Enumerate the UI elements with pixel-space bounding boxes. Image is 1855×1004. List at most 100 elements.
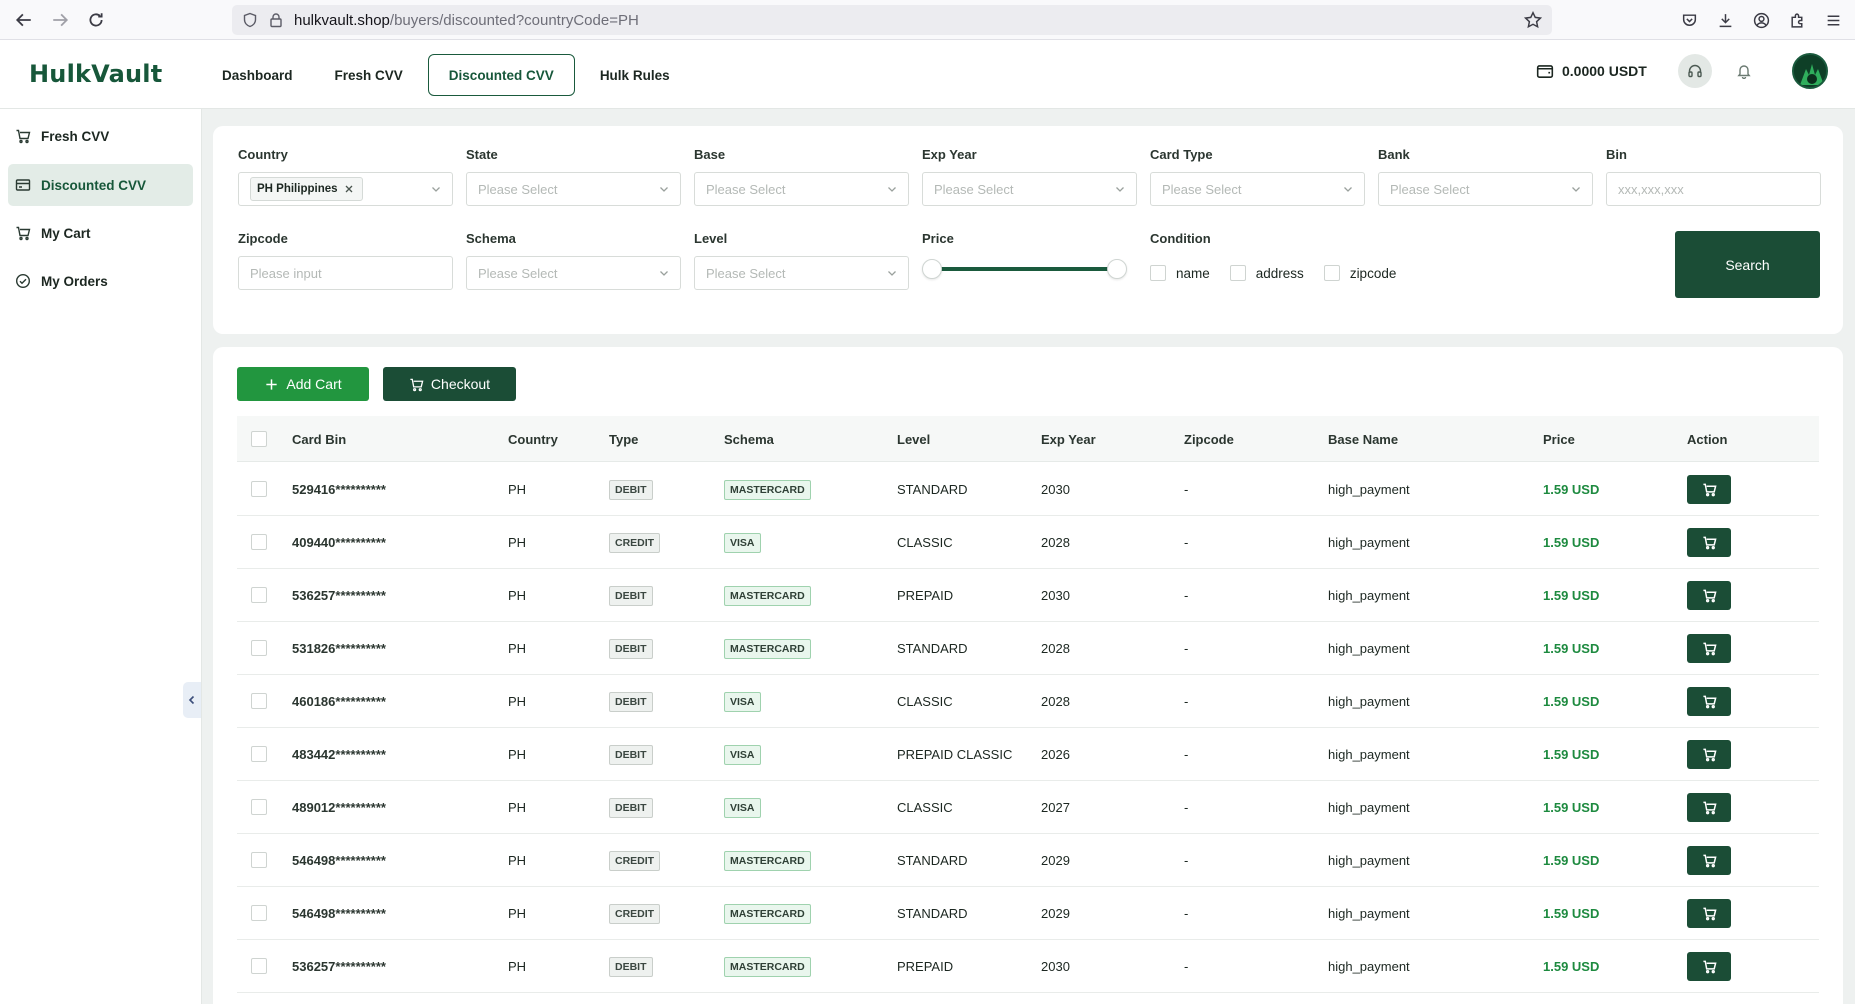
- cell-country: PH: [508, 535, 527, 550]
- results-panel: Add Cart Checkout Card Bin Country Type …: [213, 347, 1843, 1004]
- cell-type: DEBIT: [609, 940, 653, 993]
- row-checkbox[interactable]: [251, 640, 267, 656]
- exp-year-select[interactable]: Please Select: [922, 172, 1137, 206]
- card-type-select[interactable]: Please Select: [1150, 172, 1365, 206]
- address-bar[interactable]: hulkvault.shop/buyers/discounted?country…: [232, 5, 1552, 35]
- back-icon[interactable]: [6, 0, 42, 40]
- notifications-button[interactable]: [1727, 54, 1761, 88]
- state-filter: State Please Select: [466, 147, 681, 206]
- cell-price: 1.59 USD: [1543, 853, 1600, 868]
- row-checkbox[interactable]: [251, 587, 267, 603]
- add-to-cart-button[interactable]: [1687, 687, 1731, 716]
- close-icon[interactable]: [343, 182, 357, 196]
- logo[interactable]: HulkVault: [29, 60, 162, 88]
- cell-exp-year: 2028: [1041, 535, 1070, 550]
- sidebar-item-my-cart[interactable]: My Cart: [8, 212, 193, 254]
- nav-discounted-cvv[interactable]: Discounted CVV: [427, 54, 575, 96]
- sidebar-collapse-button[interactable]: [183, 682, 201, 718]
- add-cart-button[interactable]: Add Cart: [237, 367, 369, 401]
- shield-icon: [242, 12, 258, 28]
- base-select[interactable]: Please Select: [694, 172, 909, 206]
- row-checkbox[interactable]: [251, 799, 267, 815]
- reload-icon[interactable]: [78, 0, 114, 40]
- nav-fresh-cvv[interactable]: Fresh CVV: [318, 54, 420, 96]
- row-checkbox[interactable]: [251, 481, 267, 497]
- row-checkbox[interactable]: [251, 958, 267, 974]
- level-select[interactable]: Please Select: [694, 256, 909, 290]
- nav-dashboard[interactable]: Dashboard: [205, 54, 310, 96]
- cell-exp-year: 2028: [1041, 641, 1070, 656]
- state-select[interactable]: Please Select: [466, 172, 681, 206]
- chevron-down-icon: [660, 271, 668, 276]
- account-icon[interactable]: [1743, 0, 1779, 40]
- filter-panel: Country PH Philippines State Please Sele…: [213, 126, 1843, 334]
- exp-year-filter: Exp Year Please Select: [922, 147, 1137, 206]
- schema-select[interactable]: Please Select: [466, 256, 681, 290]
- cell-country: PH: [508, 906, 527, 921]
- checkout-button[interactable]: Checkout: [383, 367, 516, 401]
- pocket-icon[interactable]: [1671, 0, 1707, 40]
- row-checkbox[interactable]: [251, 534, 267, 550]
- cell-level: PREPAID: [897, 588, 954, 603]
- add-to-cart-button[interactable]: [1687, 634, 1731, 663]
- condition-name-checkbox[interactable]: name: [1150, 265, 1210, 281]
- state-placeholder: Please Select: [478, 181, 558, 197]
- search-button[interactable]: Search: [1675, 231, 1820, 298]
- country-select[interactable]: PH Philippines: [238, 172, 453, 206]
- add-to-cart-button[interactable]: [1687, 475, 1731, 504]
- extensions-icon[interactable]: [1779, 0, 1815, 40]
- add-to-cart-button[interactable]: [1687, 528, 1731, 557]
- cell-schema: MASTERCARD: [724, 834, 811, 887]
- nav-hulk-rules[interactable]: Hulk Rules: [583, 54, 687, 96]
- bank-select[interactable]: Please Select: [1378, 172, 1593, 206]
- checkbox[interactable]: [1323, 265, 1340, 281]
- select-all-checkbox[interactable]: [251, 431, 267, 447]
- type-badge: DEBIT: [609, 479, 653, 500]
- cell-country: PH: [508, 747, 527, 762]
- bin-input[interactable]: xxx,xxx,xxx: [1606, 172, 1821, 206]
- cell-type: DEBIT: [609, 781, 653, 834]
- cell-base-name: high_payment: [1328, 906, 1410, 921]
- sidebar-item-my-orders[interactable]: My Orders: [8, 260, 193, 302]
- zipcode-input[interactable]: Please input: [238, 256, 453, 290]
- avatar[interactable]: [1792, 53, 1828, 89]
- browser-toolbar: hulkvault.shop/buyers/discounted?country…: [0, 0, 1855, 40]
- base-filter: Base Please Select: [694, 147, 909, 206]
- sidebar-item-fresh-cvv[interactable]: Fresh CVV: [8, 115, 193, 157]
- price-slider-min-handle[interactable]: [922, 259, 942, 279]
- condition-address-checkbox[interactable]: address: [1229, 265, 1304, 281]
- cell-type: DEBIT: [609, 569, 653, 622]
- add-to-cart-button[interactable]: [1687, 581, 1731, 610]
- lock-icon: [268, 12, 284, 28]
- checkbox[interactable]: [1150, 265, 1166, 281]
- add-to-cart-button[interactable]: [1687, 952, 1731, 981]
- bookmark-star-icon[interactable]: [1523, 10, 1543, 29]
- condition-zipcode-checkbox[interactable]: zipcode: [1323, 265, 1396, 281]
- add-to-cart-button[interactable]: [1687, 899, 1731, 928]
- cell-base-name: high_payment: [1328, 747, 1410, 762]
- sidebar-item-discounted-cvv[interactable]: Discounted CVV: [8, 164, 193, 206]
- add-to-cart-button[interactable]: [1687, 740, 1731, 769]
- download-icon[interactable]: [1707, 0, 1743, 40]
- cell-exp-year: 2030: [1041, 588, 1070, 603]
- cell-zipcode: -: [1184, 694, 1189, 709]
- wallet-balance[interactable]: 0.0000 USDT: [1536, 62, 1647, 80]
- row-checkbox[interactable]: [251, 852, 267, 868]
- row-checkbox[interactable]: [251, 693, 267, 709]
- forward-icon[interactable]: [42, 0, 78, 40]
- chevron-down-icon: [660, 187, 668, 192]
- add-to-cart-button[interactable]: [1687, 793, 1731, 822]
- price-slider[interactable]: [922, 259, 1127, 279]
- support-button[interactable]: [1678, 54, 1712, 88]
- price-slider-max-handle[interactable]: [1107, 259, 1127, 279]
- add-to-cart-button[interactable]: [1687, 846, 1731, 875]
- card-type-filter: Card Type Please Select: [1150, 147, 1365, 206]
- checkbox[interactable]: [1229, 265, 1246, 281]
- row-checkbox[interactable]: [251, 746, 267, 762]
- bell-icon: [1737, 65, 1751, 79]
- menu-icon[interactable]: [1815, 0, 1851, 40]
- cell-zipcode: -: [1184, 959, 1189, 974]
- sidebar-item-label: Fresh CVV: [41, 128, 110, 144]
- cell-card-bin: 409440**********: [292, 535, 386, 550]
- row-checkbox[interactable]: [251, 905, 267, 921]
